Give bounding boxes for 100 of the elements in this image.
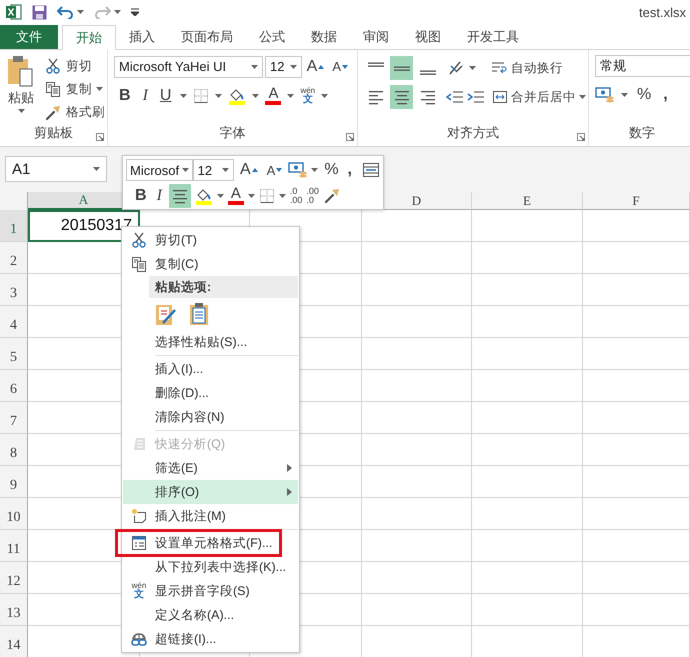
table-cell[interactable] <box>362 530 472 562</box>
shrink-font-button[interactable]: A <box>264 162 286 178</box>
italic-button[interactable]: I <box>140 86 151 104</box>
name-box[interactable]: A1 <box>5 156 107 182</box>
row-header[interactable]: 6 <box>0 370 28 402</box>
fill-color-icon[interactable] <box>228 86 246 104</box>
column-header[interactable]: F <box>583 192 690 210</box>
row-header[interactable]: 9 <box>0 466 28 498</box>
menu-item[interactable]: 定义名称(A)... <box>123 603 298 627</box>
font-name-field[interactable]: Microsof <box>126 159 193 181</box>
caret-icon[interactable] <box>114 10 121 14</box>
table-cell[interactable] <box>472 498 583 530</box>
table-cell[interactable] <box>362 242 472 274</box>
row-header[interactable]: 14 <box>0 626 28 657</box>
ribbon-tab[interactable]: 视图 <box>402 25 454 49</box>
menu-item[interactable]: 插入批注(M) <box>123 504 298 528</box>
shrink-font-button[interactable]: A <box>329 59 351 74</box>
table-cell[interactable] <box>472 306 583 338</box>
menu-item[interactable]: 清除内容(N) <box>123 405 298 429</box>
caret-icon[interactable] <box>180 94 188 98</box>
menu-item[interactable]: 排序(O) <box>123 480 298 504</box>
table-cell[interactable] <box>583 210 690 242</box>
table-cell[interactable] <box>362 594 472 626</box>
menu-item[interactable]: 删除(D)... <box>123 381 298 405</box>
table-cell[interactable] <box>583 562 690 594</box>
clipboard-icon[interactable] <box>189 302 209 326</box>
caret-icon[interactable] <box>579 95 586 99</box>
font-size-field[interactable]: 12 <box>192 159 234 181</box>
table-cell[interactable] <box>583 370 690 402</box>
caret-icon[interactable] <box>287 94 294 98</box>
row-header[interactable]: 13 <box>0 594 28 626</box>
table-cell[interactable] <box>583 466 690 498</box>
fill-color-icon[interactable] <box>194 186 213 204</box>
underline-button[interactable]: U <box>156 86 174 104</box>
table-cell[interactable] <box>472 338 583 370</box>
phonetic-button[interactable]: wén 文 <box>300 86 316 104</box>
clipboard-button[interactable]: 剪切 <box>44 55 105 77</box>
table-cell[interactable] <box>362 370 472 402</box>
align-button[interactable] <box>390 85 413 109</box>
menu-item[interactable]: 选择性粘贴(S)... <box>123 330 298 354</box>
caret-icon[interactable] <box>182 168 189 172</box>
table-cell[interactable] <box>362 562 472 594</box>
table-cell[interactable] <box>583 434 690 466</box>
wrap-text-button[interactable]: 自动换行 <box>491 57 563 79</box>
italic-button[interactable]: I <box>154 186 165 204</box>
dialog-launcher-icon[interactable] <box>346 133 354 141</box>
caret-icon[interactable] <box>18 109 24 113</box>
row-header[interactable]: 12 <box>0 562 28 594</box>
increase-indent-icon[interactable] <box>467 90 485 104</box>
menu-item[interactable]: 设置单元格格式(F)... <box>123 531 298 555</box>
decrease-indent-icon[interactable] <box>446 90 464 104</box>
table-cell[interactable] <box>472 274 583 306</box>
font-color-button[interactable]: A <box>265 86 282 105</box>
ribbon-tab[interactable]: 文件 <box>0 25 58 49</box>
caret-icon[interactable] <box>251 64 258 68</box>
row-header[interactable]: 4 <box>0 306 28 338</box>
table-cell[interactable] <box>472 530 583 562</box>
grow-font-button[interactable]: A <box>304 58 328 76</box>
menu-item[interactable]: 复制(C) <box>123 252 298 276</box>
table-cell[interactable] <box>583 274 690 306</box>
font-color-button[interactable]: A <box>228 186 244 205</box>
row-header[interactable]: 11 <box>0 530 28 562</box>
caret-icon[interactable] <box>321 94 328 98</box>
table-cell[interactable] <box>362 402 472 434</box>
center-align-button[interactable] <box>168 184 191 208</box>
merge-center-button[interactable]: 合并后居中 <box>492 86 586 108</box>
decrease-decimal-button[interactable]: .00 .0 <box>306 186 319 204</box>
caret-icon[interactable] <box>621 92 628 96</box>
table-cell[interactable] <box>472 370 583 402</box>
ribbon-tab[interactable]: 数据 <box>298 25 350 49</box>
caret-icon[interactable] <box>290 64 297 68</box>
comma-button[interactable]: , <box>344 161 355 179</box>
table-cell[interactable] <box>583 402 690 434</box>
table-cell[interactable] <box>472 210 583 242</box>
ribbon-tab[interactable]: 页面布局 <box>168 25 246 49</box>
menu-item[interactable]: 超链接(I)... <box>123 627 298 651</box>
table-cell[interactable] <box>583 306 690 338</box>
table-cell[interactable] <box>362 274 472 306</box>
ribbon-tab[interactable]: 开始 <box>62 25 116 50</box>
table-cell[interactable] <box>583 498 690 530</box>
clipboard-button[interactable]: 格式刷 <box>44 101 105 123</box>
align-button[interactable] <box>390 56 413 80</box>
paste-formatting-icon[interactable] <box>155 302 177 326</box>
customize-toolbar-icon[interactable] <box>131 8 139 16</box>
caret-icon[interactable] <box>77 10 84 14</box>
save-icon[interactable] <box>32 4 47 20</box>
dialog-launcher-icon[interactable] <box>96 133 104 141</box>
table-cell[interactable] <box>583 242 690 274</box>
table-cell[interactable] <box>362 466 472 498</box>
table-cell[interactable] <box>472 466 583 498</box>
grow-font-button[interactable]: A <box>236 161 261 179</box>
caret-icon[interactable] <box>311 168 318 172</box>
table-cell[interactable] <box>472 562 583 594</box>
table-cell[interactable] <box>472 434 583 466</box>
table-cell[interactable] <box>472 594 583 626</box>
undo-icon[interactable] <box>57 5 74 19</box>
ribbon-tab[interactable]: 开发工具 <box>454 25 532 49</box>
caret-icon[interactable] <box>93 167 100 171</box>
ribbon-tab[interactable]: 公式 <box>246 25 298 49</box>
currency-icon[interactable] <box>288 162 308 178</box>
